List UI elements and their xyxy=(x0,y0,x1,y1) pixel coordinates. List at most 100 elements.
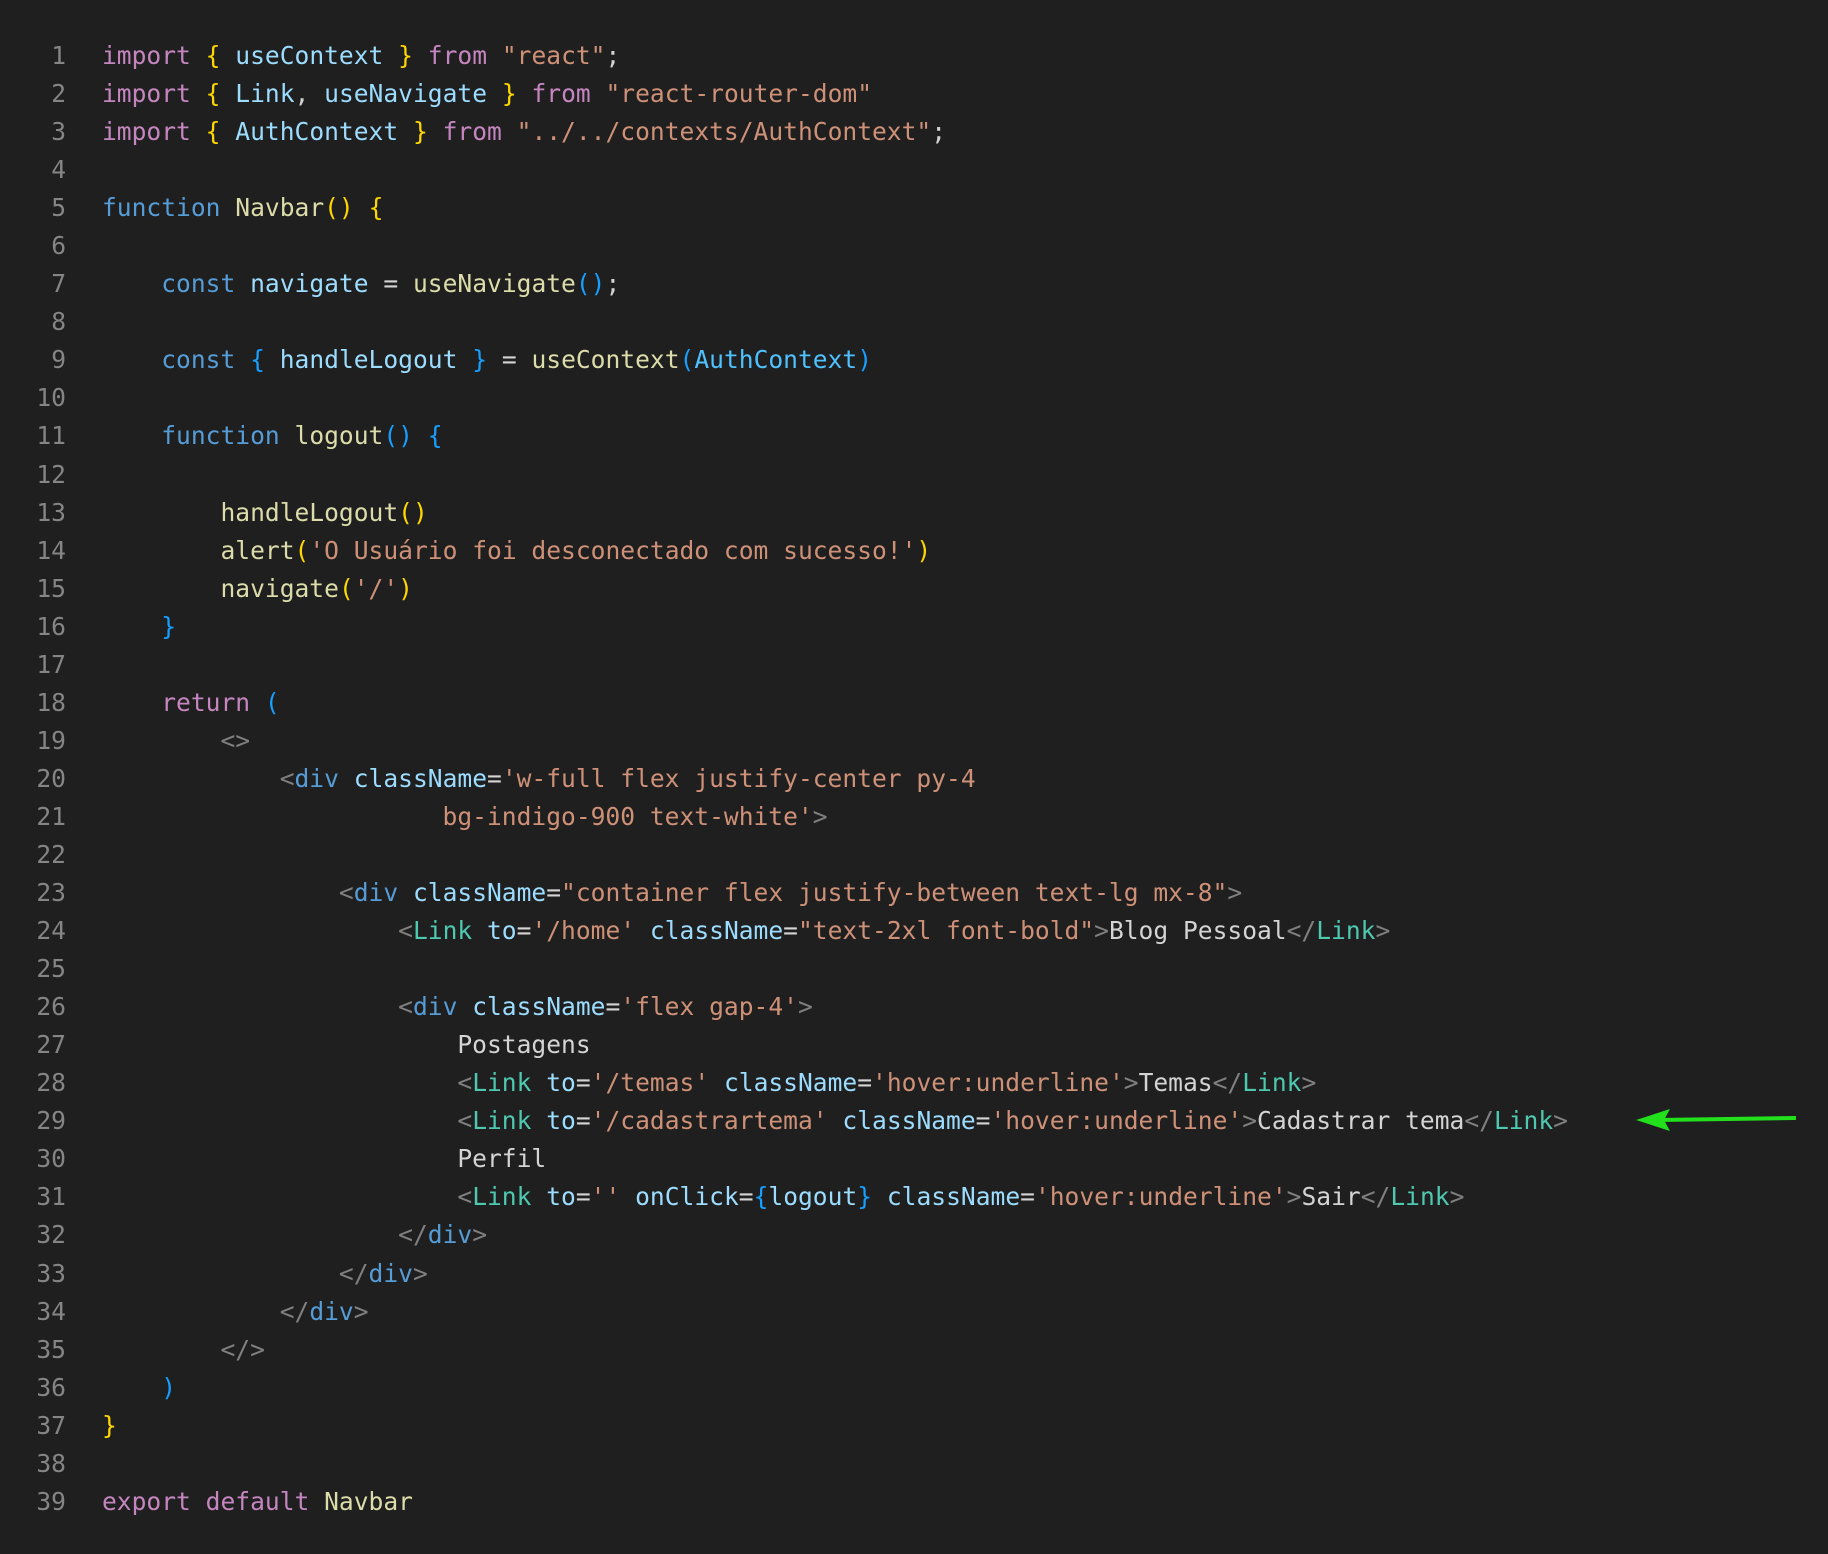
code-token: div xyxy=(309,1296,354,1326)
code-line[interactable]: 23 <div className="container flex justif… xyxy=(0,874,1828,912)
code-token: = xyxy=(738,1182,754,1212)
code-text[interactable]: bg-indigo-900 text-white'> xyxy=(102,798,828,836)
code-line[interactable]: 7 const navigate = useNavigate(); xyxy=(0,265,1828,303)
line-number: 20 xyxy=(36,763,66,793)
arrow-left-icon xyxy=(1636,1109,1796,1131)
code-line[interactable]: 29 <Link to='/cadastrartema' className='… xyxy=(0,1102,1828,1140)
code-line[interactable]: 35 </> xyxy=(0,1331,1828,1369)
code-text[interactable]: </div> xyxy=(102,1293,369,1331)
code-text[interactable]: <> xyxy=(102,722,250,760)
code-line[interactable]: 6 xyxy=(0,227,1828,265)
code-line[interactable]: 28 <Link to='/temas' className='hover:un… xyxy=(0,1064,1828,1102)
code-line[interactable]: 8 xyxy=(0,303,1828,341)
code-token: Link xyxy=(472,1068,532,1098)
code-line[interactable]: 14 alert('O Usuário foi desconectado com… xyxy=(0,532,1828,570)
code-token: = xyxy=(546,878,562,908)
code-text[interactable]: <div className='flex gap-4'> xyxy=(102,988,813,1026)
code-text[interactable]: import { Link, useNavigate } from "react… xyxy=(102,75,872,113)
code-line[interactable]: 25 xyxy=(0,950,1828,988)
code-text[interactable]: </div> xyxy=(102,1255,428,1293)
code-token: </ xyxy=(1286,916,1317,946)
code-line[interactable]: 38 xyxy=(0,1445,1828,1483)
code-line[interactable]: 22 xyxy=(0,836,1828,874)
code-token: () xyxy=(324,193,354,223)
code-token: = xyxy=(487,345,532,375)
code-token: ( xyxy=(338,573,354,603)
code-text[interactable]: function Navbar() { xyxy=(102,189,383,227)
code-token: 'hover:underline' xyxy=(872,1068,1124,1098)
code-text[interactable]: <Link to='/cadastrartema' className='hov… xyxy=(102,1102,1568,1140)
code-text[interactable]: const navigate = useNavigate(); xyxy=(102,265,620,303)
code-line[interactable]: 31 <Link to='' onClick={logout} classNam… xyxy=(0,1178,1828,1216)
code-line[interactable]: 15 navigate('/') xyxy=(0,570,1828,608)
code-text[interactable]: } xyxy=(102,608,176,646)
code-line[interactable]: 30 Perfil xyxy=(0,1140,1828,1178)
code-line[interactable]: 37} xyxy=(0,1407,1828,1445)
code-text[interactable]: alert('O Usuário foi desconectado com su… xyxy=(102,532,931,570)
code-line[interactable]: 27 Postagens xyxy=(0,1026,1828,1064)
code-text[interactable]: handleLogout() xyxy=(102,494,427,532)
code-text[interactable]: import { AuthContext } from "../../conte… xyxy=(102,113,946,151)
code-line[interactable]: 16 } xyxy=(0,608,1828,646)
code-line[interactable]: 19 <> xyxy=(0,722,1828,760)
code-token: </ xyxy=(1212,1068,1243,1098)
code-line[interactable]: 32 </div> xyxy=(0,1216,1828,1254)
code-token: { xyxy=(753,1182,769,1212)
code-text[interactable]: navigate('/') xyxy=(102,570,413,608)
code-text[interactable]: Postagens xyxy=(102,1026,590,1064)
code-text[interactable]: export default Navbar xyxy=(102,1483,413,1521)
code-line[interactable]: 13 handleLogout() xyxy=(0,494,1828,532)
code-text[interactable]: <div className="container flex justify-b… xyxy=(102,874,1242,912)
line-number: 21 xyxy=(36,801,66,831)
code-line[interactable]: 33 </div> xyxy=(0,1255,1828,1293)
code-line[interactable]: 4 xyxy=(0,151,1828,189)
code-text[interactable]: <Link to='/home' className="text-2xl fon… xyxy=(102,912,1390,950)
code-line[interactable]: 24 <Link to='/home' className="text-2xl … xyxy=(0,912,1828,950)
code-line[interactable]: 17 xyxy=(0,646,1828,684)
code-line[interactable]: 36 ) xyxy=(0,1369,1828,1407)
code-text[interactable]: <Link to='' onClick={logout} className='… xyxy=(102,1178,1464,1216)
code-token: </ xyxy=(338,1258,369,1288)
code-line[interactable]: 1 import { useContext } from "react"; xyxy=(0,37,1828,75)
code-text[interactable]: import { useContext } from "react"; xyxy=(102,37,620,75)
code-text[interactable]: function logout() { xyxy=(102,417,442,455)
code-line[interactable]: 5 function Navbar() { xyxy=(0,189,1828,227)
code-token: import xyxy=(102,79,191,109)
code-line[interactable]: 21 bg-indigo-900 text-white'> xyxy=(0,798,1828,836)
code-text[interactable]: <Link to='/temas' className='hover:under… xyxy=(102,1064,1316,1102)
code-line[interactable]: 11 function logout() { xyxy=(0,417,1828,455)
code-text[interactable]: const { handleLogout } = useContext(Auth… xyxy=(102,341,872,379)
code-token: const xyxy=(161,269,236,299)
code-text[interactable]: return ( xyxy=(102,684,279,722)
code-token: } xyxy=(472,345,488,375)
code-line[interactable]: 9 const { handleLogout } = useContext(Au… xyxy=(0,341,1828,379)
code-line[interactable]: 39 export default Navbar xyxy=(0,1483,1828,1521)
code-line[interactable]: 12 xyxy=(0,456,1828,494)
code-token: ) xyxy=(857,345,873,375)
code-text[interactable]: Perfil xyxy=(102,1140,546,1178)
code-line[interactable]: 3 import { AuthContext } from "../../cont… xyxy=(0,113,1828,151)
code-text[interactable]: </div> xyxy=(102,1216,487,1254)
code-text[interactable]: </> xyxy=(102,1331,264,1369)
code-text[interactable]: <div className='w-full flex justify-cent… xyxy=(102,760,976,798)
line-number: 7 xyxy=(51,269,66,299)
code-line[interactable]: 20 <div className='w-full flex justify-c… xyxy=(0,760,1828,798)
code-editor[interactable]: 1 import { useContext } from "react"; 2 imp… xyxy=(0,37,1828,1521)
code-text[interactable]: ) xyxy=(102,1369,176,1407)
code-line[interactable]: 34 </div> xyxy=(0,1293,1828,1331)
code-token: import xyxy=(102,117,191,147)
code-token: useContext xyxy=(235,41,384,70)
code-line[interactable]: 10 xyxy=(0,379,1828,417)
code-text[interactable]: } xyxy=(102,1407,117,1445)
code-line[interactable]: 2 import { Link, useNavigate } from "reac… xyxy=(0,75,1828,113)
code-line[interactable]: 26 <div className='flex gap-4'> xyxy=(0,988,1828,1026)
code-line[interactable]: 18 return ( xyxy=(0,684,1828,722)
code-token: , xyxy=(294,79,325,109)
